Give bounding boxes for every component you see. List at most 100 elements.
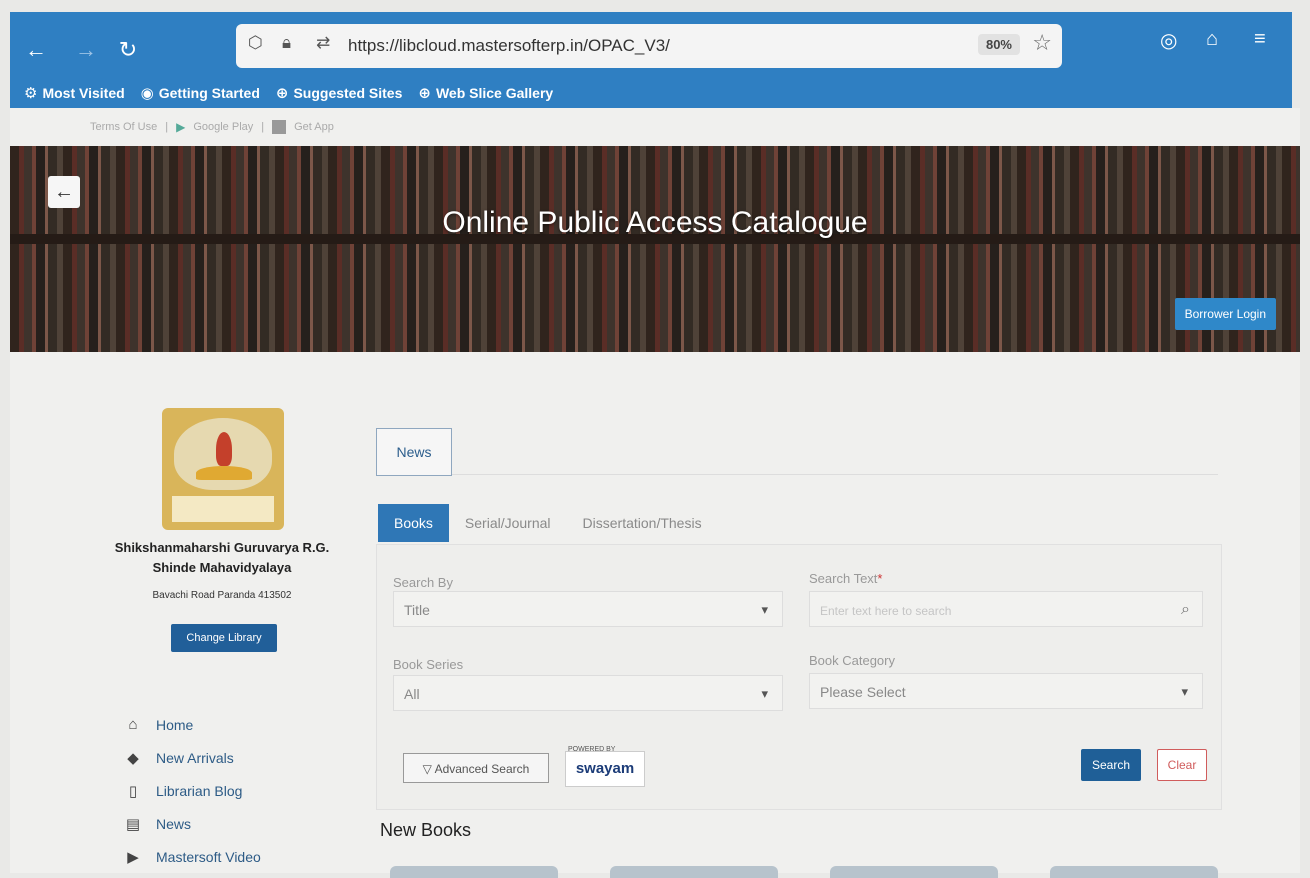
search-text-input[interactable]: Enter text here to search ⌕ — [809, 591, 1203, 627]
bookmark-suggested-sites[interactable]: ⊕ Suggested Sites — [276, 82, 403, 104]
terms-link[interactable]: Terms Of Use — [90, 121, 157, 133]
side-navigation: ⌂ Home ◆ New Arrivals ▯ Librarian Blog ▤… — [124, 708, 261, 873]
college-logo — [162, 408, 284, 530]
borrower-login-button[interactable]: Borrower Login — [1174, 298, 1276, 330]
address-bar[interactable]: ⬡ 🔒︎ ⇄ https://libcloud.mastersofterp.in… — [236, 24, 1062, 68]
globe-icon: ⊕ — [418, 85, 431, 102]
separator: | — [261, 121, 265, 133]
college-name-line1: Shikshanmaharshi Guruvarya R.G. — [114, 540, 330, 555]
sidebar-item-news[interactable]: ▤ News — [124, 807, 261, 840]
bookmark-most-visited[interactable]: ⚙ Most Visited — [24, 82, 125, 104]
bookmarks-bar: ⚙ Most Visited ◉ Getting Started ⊕ Sugge… — [24, 82, 553, 104]
swayam-tagline: POWERED BY — [568, 746, 616, 753]
menu-icon[interactable]: ≡ — [1254, 28, 1266, 51]
sidebar-item-label: News — [156, 815, 192, 832]
permissions-icon: ⇄ — [316, 33, 331, 52]
google-play-icon: ▶ — [176, 120, 186, 134]
search-button[interactable]: Search — [1081, 749, 1141, 781]
bookmark-getting-started[interactable]: ◉ Getting Started — [141, 82, 260, 104]
separator: | — [165, 121, 169, 133]
flame-icon — [216, 432, 232, 466]
browser-toolbar: ← → ↻ ⬡ 🔒︎ ⇄ https://libcloud.mastersoft… — [10, 12, 1292, 108]
bookmark-star-icon[interactable]: ☆ — [1032, 30, 1052, 56]
book-category-value: Please Select — [820, 684, 906, 700]
sidebar: Shikshanmaharshi Guruvarya R.G. Shinde M… — [94, 372, 350, 873]
open-book-icon — [196, 466, 252, 480]
bookmark-label: Web Slice Gallery — [435, 85, 554, 101]
book-card[interactable] — [390, 866, 558, 878]
back-arrow-icon[interactable]: ← — [22, 36, 50, 64]
logo-text-strip — [172, 496, 274, 522]
news-tab[interactable]: News — [376, 428, 452, 476]
shield-icon: ⬡ — [248, 33, 263, 52]
required-marker: * — [877, 571, 883, 586]
sidebar-item-mastersoft-video[interactable]: ▶ Mastersoft Video — [124, 840, 261, 873]
sidebar-item-librarian-blog[interactable]: ▯ Librarian Blog — [124, 774, 261, 807]
page-title: Online Public Access Catalogue — [442, 206, 868, 239]
search-by-value: Title — [404, 602, 430, 618]
book-card[interactable] — [1050, 866, 1218, 878]
top-links: Terms Of Use | ▶ Google Play | Get App — [90, 120, 334, 134]
sidebar-item-home[interactable]: ⌂ Home — [124, 708, 261, 741]
college-name-line2: Shinde Mahavidyalaya — [152, 560, 292, 575]
swayam-logo-text: swayam — [575, 760, 635, 777]
logo-emblem — [174, 418, 272, 490]
clear-button[interactable]: Clear — [1157, 749, 1207, 781]
chevron-down-icon: ▾ — [761, 686, 768, 701]
search-by-select[interactable]: Title ▾ — [393, 591, 783, 627]
url-text[interactable]: https://libcloud.mastersofterp.in/OPAC_V… — [348, 36, 670, 56]
sidebar-item-label: New Arrivals — [156, 749, 234, 766]
bookmark-web-slice-gallery[interactable]: ⊕ Web Slice Gallery — [418, 82, 553, 104]
swayam-logo[interactable]: POWERED BY swayam — [565, 746, 645, 787]
google-play-link[interactable]: Google Play — [193, 121, 253, 133]
college-address: Bavachi Road Paranda 413502 — [152, 590, 292, 601]
book-category-select[interactable]: Please Select ▾ — [809, 673, 1203, 709]
bookmark-label: Suggested Sites — [293, 85, 403, 101]
page: Terms Of Use | ▶ Google Play | Get App ←… — [10, 108, 1300, 878]
advanced-search-label: Advanced Search — [434, 762, 530, 776]
search-by-label: Search By — [393, 575, 453, 590]
firefox-icon: ◉ — [140, 85, 154, 102]
advanced-search-button[interactable]: ▽ Advanced Search — [403, 753, 549, 783]
book-category-label: Book Category — [809, 653, 895, 668]
search-text-label: Search Text* — [809, 571, 882, 586]
book-series-value: All — [404, 686, 420, 702]
pocket-icon[interactable]: ◎ — [1160, 28, 1177, 53]
document-icon: ▤ — [125, 815, 141, 833]
tab-dissertation-thesis[interactable]: Dissertation/Thesis — [567, 504, 718, 542]
lock-icon: 🔒︎ — [282, 33, 292, 52]
forward-arrow-icon[interactable]: → — [72, 36, 100, 64]
sidebar-item-label: Mastersoft Video — [156, 848, 261, 865]
get-app-link[interactable]: Get App — [294, 121, 334, 133]
zoom-level[interactable]: 80% — [977, 34, 1020, 55]
sidebar-item-label: Librarian Blog — [156, 782, 243, 799]
back-arrow-icon[interactable]: ← — [48, 176, 80, 208]
chevron-down-icon: ▾ — [1181, 684, 1188, 699]
extensions-icon[interactable]: ⌂ — [1206, 28, 1218, 51]
gear-icon: ⚙ — [24, 85, 38, 102]
book-series-select[interactable]: All ▾ — [393, 675, 783, 711]
change-library-button[interactable]: Change Library — [171, 624, 277, 652]
reload-icon[interactable]: ↻ — [114, 36, 142, 64]
sidebar-item-label: Home — [156, 716, 194, 733]
tab-books[interactable]: Books — [378, 504, 449, 542]
bookmark-label: Most Visited — [42, 85, 125, 101]
new-books-heading: New Books — [380, 820, 472, 840]
college-name: Shikshanmaharshi Guruvarya R.G. Shinde M… — [94, 538, 350, 578]
chevron-down-icon: ▾ — [761, 602, 768, 617]
video-icon: ▶ — [127, 848, 139, 866]
search-tabs: Books Serial/Journal Dissertation/Thesis — [378, 504, 718, 542]
book-card[interactable] — [610, 866, 778, 878]
divider — [452, 474, 1218, 475]
sidebar-item-new-arrivals[interactable]: ◆ New Arrivals — [124, 741, 261, 774]
home-icon: ⌂ — [128, 716, 138, 733]
search-text-placeholder: Enter text here to search — [820, 604, 952, 618]
diamond-icon: ◆ — [127, 749, 139, 767]
book-series-label: Book Series — [393, 657, 464, 672]
tab-serial-journal[interactable]: Serial/Journal — [449, 504, 567, 542]
search-icon[interactable]: ⌕ — [1181, 592, 1190, 628]
hero-banner: ← Online Public Access Catalogue Borrowe… — [10, 146, 1300, 352]
bookmark-label: Getting Started — [158, 85, 260, 101]
book-card[interactable] — [830, 866, 998, 878]
filter-icon: ▽ — [422, 762, 432, 776]
